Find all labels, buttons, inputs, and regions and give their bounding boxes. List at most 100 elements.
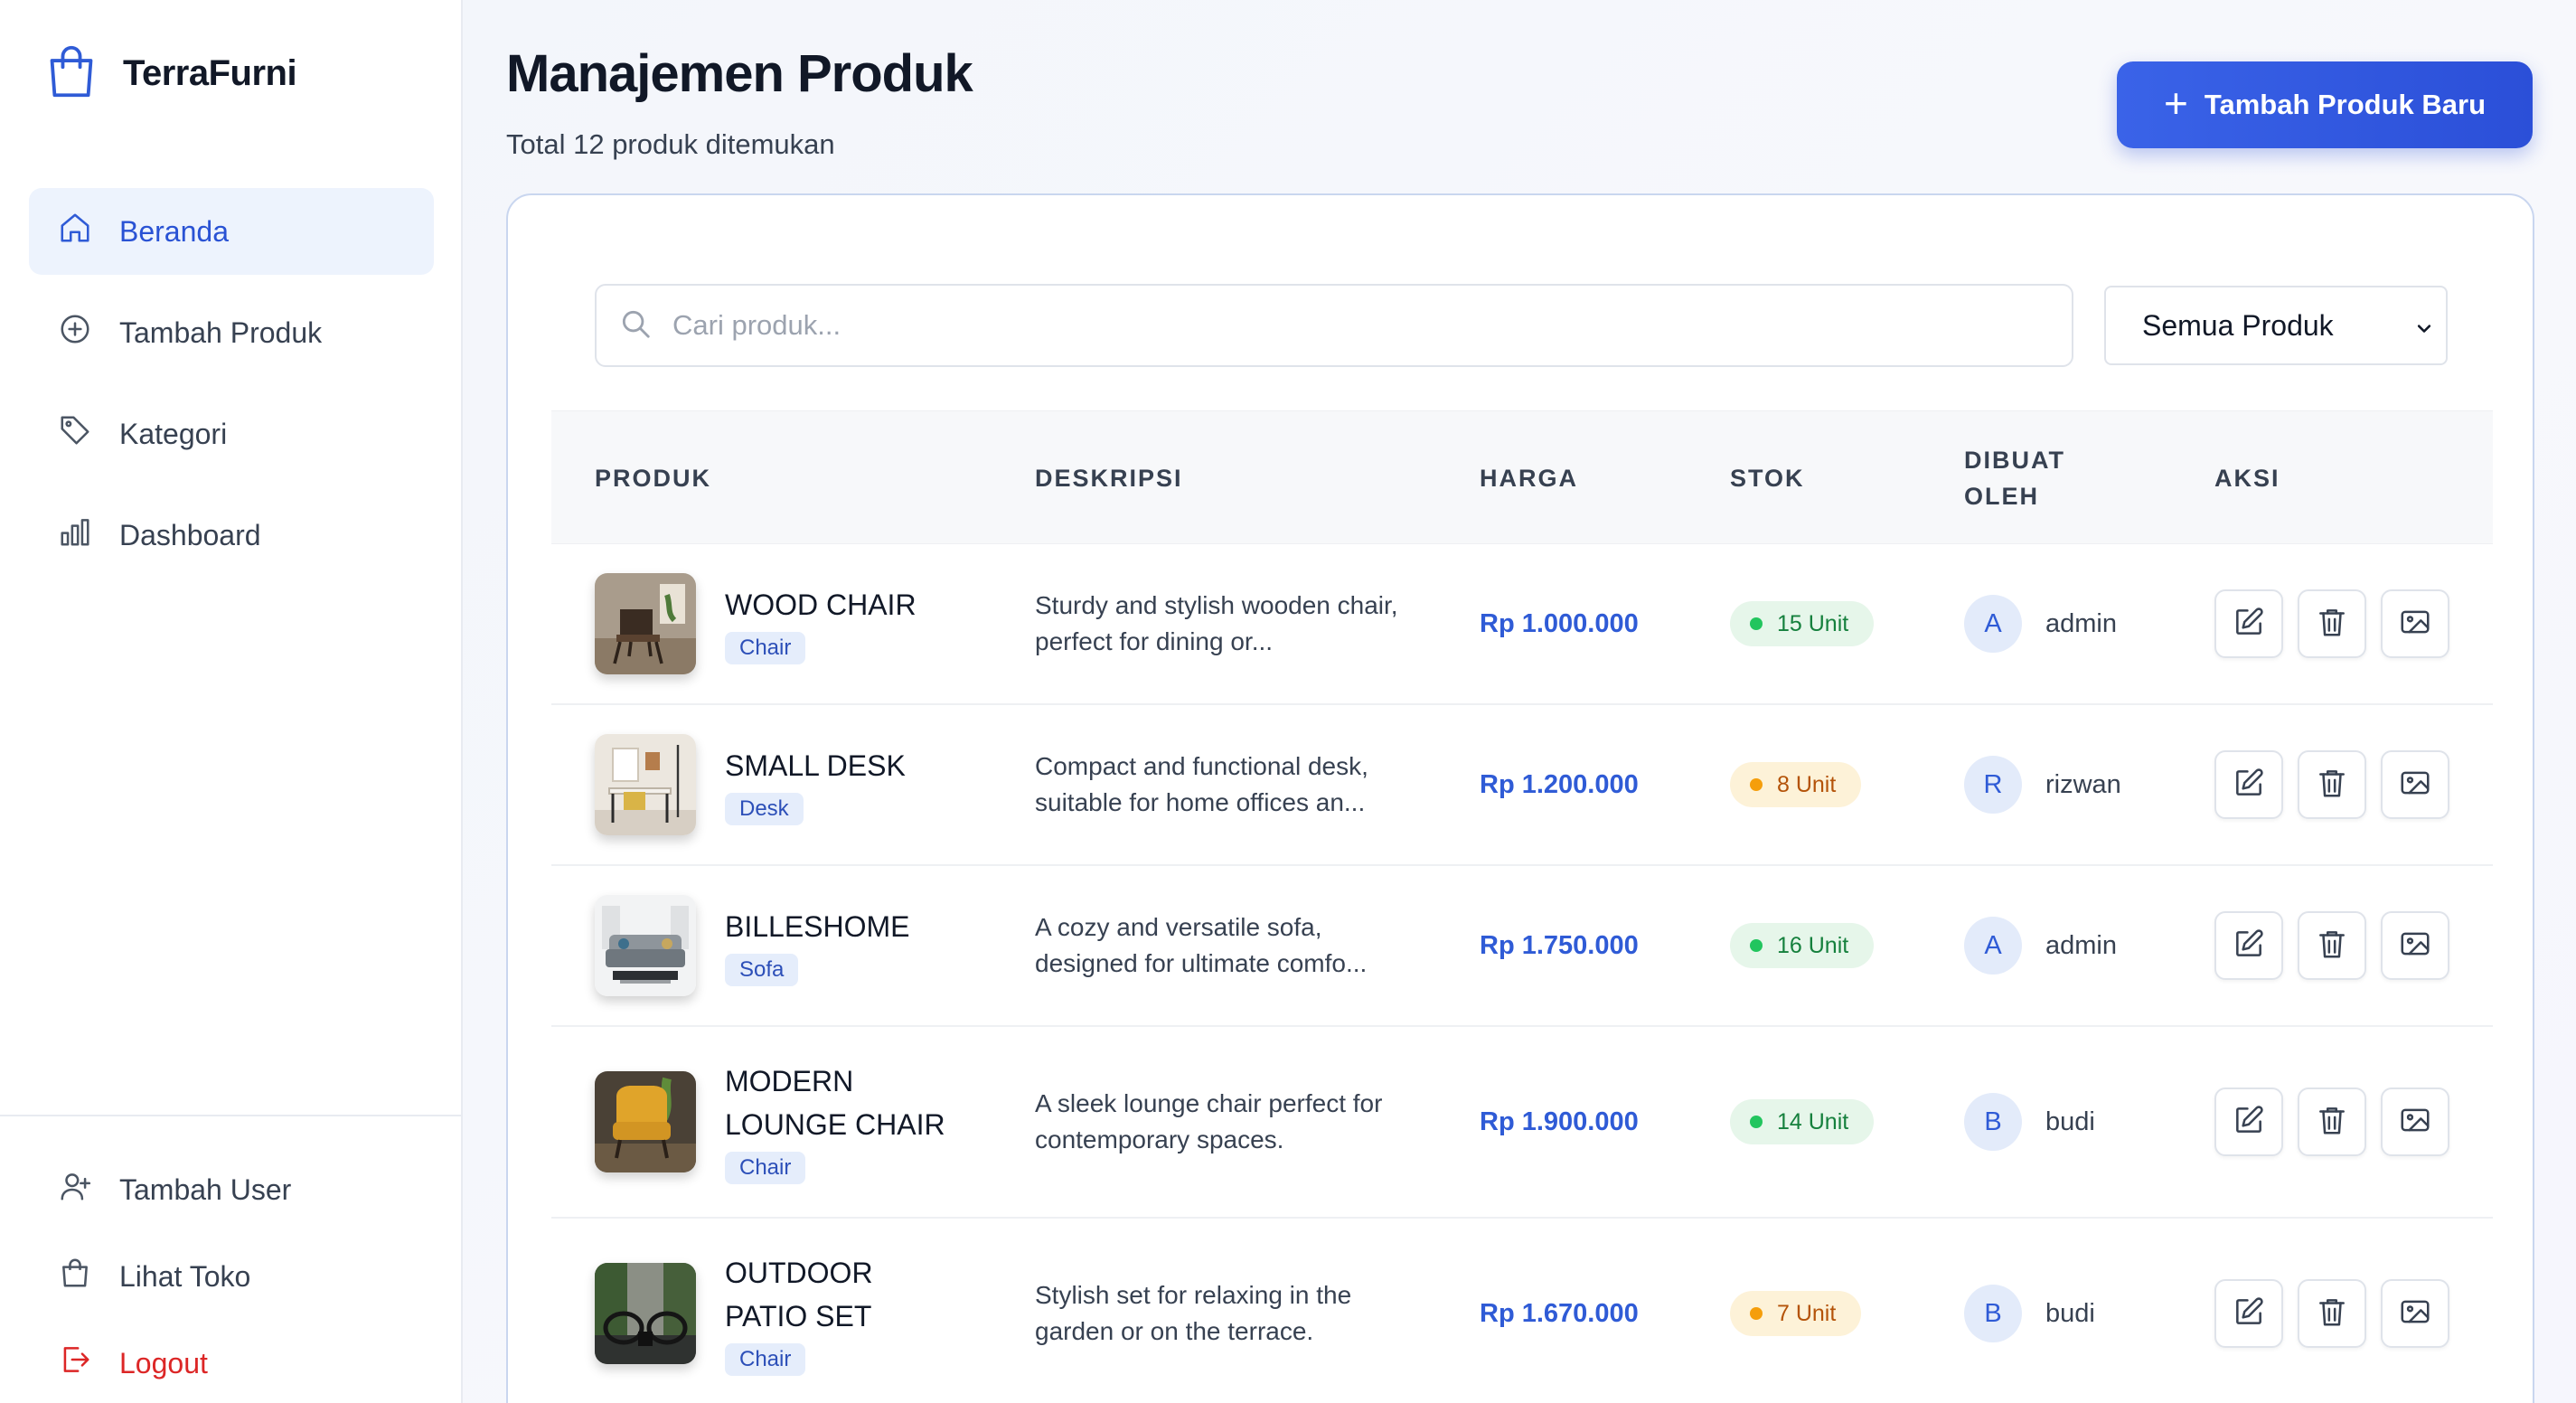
actions-cell bbox=[2214, 866, 2464, 1025]
image-icon bbox=[2398, 1103, 2432, 1142]
category-select-value: Semua Produk bbox=[2142, 308, 2334, 342]
search-icon bbox=[618, 306, 653, 345]
product-cell: OUTDOOR PATIO SET Chair bbox=[595, 1219, 960, 1403]
actions-cell bbox=[2214, 544, 2464, 703]
delete-button[interactable] bbox=[2298, 1088, 2366, 1156]
delete-button[interactable] bbox=[2298, 750, 2366, 819]
description-cell: Compact and functional desk, suitable fo… bbox=[1035, 705, 1415, 864]
image-button[interactable] bbox=[2381, 1279, 2449, 1348]
delete-button[interactable] bbox=[2298, 911, 2366, 980]
sidebar-item-label: Dashboard bbox=[119, 518, 261, 551]
product-cell: WOOD CHAIR Chair bbox=[595, 544, 917, 703]
product-description: Sturdy and stylish wooden chair, perfect… bbox=[1035, 591, 1398, 655]
stock-badge: 7 Unit bbox=[1730, 1291, 1862, 1336]
creator-cell: A admin bbox=[1964, 544, 2117, 703]
description-cell: Sturdy and stylish wooden chair, perfect… bbox=[1035, 544, 1415, 703]
logout-icon bbox=[58, 1342, 92, 1384]
product-price: Rp 1.000.000 bbox=[1480, 608, 1639, 638]
edit-button[interactable] bbox=[2214, 750, 2283, 819]
shopping-bag-icon bbox=[58, 1256, 92, 1297]
edit-button[interactable] bbox=[2214, 1088, 2283, 1156]
stock-badge: 15 Unit bbox=[1730, 601, 1875, 646]
stock-cell: 15 Unit bbox=[1730, 544, 1875, 703]
stock-text: 16 Unit bbox=[1777, 932, 1849, 958]
creator-cell: B budi bbox=[1964, 1219, 2095, 1403]
edit-button[interactable] bbox=[2214, 589, 2283, 658]
edit-button[interactable] bbox=[2214, 911, 2283, 980]
avatar: R bbox=[1964, 756, 2022, 814]
column-header-harga: HARGA bbox=[1480, 465, 1578, 492]
product-cell: MODERN LOUNGE CHAIR Chair bbox=[595, 1027, 960, 1217]
actions-cell bbox=[2214, 1027, 2464, 1217]
search-bar[interactable] bbox=[595, 284, 2073, 367]
table-row: BILLESHOME Sofa A cozy and versatile sof… bbox=[551, 866, 2493, 1027]
image-button[interactable] bbox=[2381, 750, 2449, 819]
trash-icon bbox=[2315, 766, 2349, 805]
tag-icon bbox=[58, 413, 92, 455]
sidebar: TerraFurni Beranda Tambah Produk Kategor… bbox=[0, 0, 463, 1403]
product-description: A sleek lounge chair perfect for contemp… bbox=[1035, 1089, 1383, 1153]
sidebar-item-lihat-toko[interactable]: Lihat Toko bbox=[29, 1233, 434, 1320]
edit-icon bbox=[2232, 1103, 2266, 1142]
image-icon bbox=[2398, 766, 2432, 805]
column-header-deskripsi: DESKRIPSI bbox=[1035, 465, 1183, 492]
edit-icon bbox=[2232, 605, 2266, 644]
stock-status-dot bbox=[1750, 617, 1763, 630]
product-table: PRODUK DESKRIPSI HARGA STOK DIBUAT OLEH … bbox=[551, 410, 2493, 1403]
home-icon bbox=[58, 211, 92, 252]
creator-cell: A admin bbox=[1964, 866, 2117, 1025]
product-thumbnail bbox=[595, 734, 696, 835]
stock-status-dot bbox=[1750, 1307, 1763, 1320]
stock-cell: 7 Unit bbox=[1730, 1219, 1862, 1403]
product-cell: SMALL DESK Desk bbox=[595, 705, 906, 864]
delete-button[interactable] bbox=[2298, 1279, 2366, 1348]
price-cell: Rp 1.750.000 bbox=[1480, 866, 1639, 1025]
add-product-button[interactable]: + Tambah Produk Baru bbox=[2117, 61, 2533, 148]
sidebar-item-label: Tambah User bbox=[119, 1172, 292, 1206]
sidebar-item-beranda[interactable]: Beranda bbox=[29, 188, 434, 275]
stock-text: 8 Unit bbox=[1777, 771, 1837, 797]
table-body: WOOD CHAIR Chair Sturdy and stylish wood… bbox=[551, 544, 2493, 1403]
category-select[interactable]: Semua Produk bbox=[2104, 286, 2448, 365]
stock-cell: 14 Unit bbox=[1730, 1027, 1875, 1217]
product-table-card: Semua Produk PRODUK DESKRIPSI HARGA STOK… bbox=[506, 193, 2534, 1403]
delete-button[interactable] bbox=[2298, 589, 2366, 658]
search-input[interactable] bbox=[672, 309, 2028, 342]
image-button[interactable] bbox=[2381, 911, 2449, 980]
creator-name: rizwan bbox=[2045, 769, 2121, 799]
category-badge: Chair bbox=[725, 1343, 806, 1376]
sidebar-item-kategori[interactable]: Kategori bbox=[29, 391, 434, 477]
product-description: Stylish set for relaxing in the garden o… bbox=[1035, 1281, 1352, 1345]
edit-button[interactable] bbox=[2214, 1279, 2283, 1348]
product-name: OUTDOOR PATIO SET bbox=[725, 1257, 873, 1332]
column-header-aksi: AKSI bbox=[2214, 465, 2280, 492]
image-icon bbox=[2398, 1295, 2432, 1333]
product-price: Rp 1.670.000 bbox=[1480, 1298, 1639, 1328]
sidebar-item-tambah-user[interactable]: Tambah User bbox=[29, 1146, 434, 1233]
product-thumbnail bbox=[595, 895, 696, 996]
price-cell: Rp 1.000.000 bbox=[1480, 544, 1639, 703]
image-button[interactable] bbox=[2381, 1088, 2449, 1156]
brand[interactable]: TerraFurni bbox=[45, 43, 297, 104]
product-thumbnail bbox=[595, 1071, 696, 1172]
sidebar-item-dashboard[interactable]: Dashboard bbox=[29, 492, 434, 579]
product-name: WOOD CHAIR bbox=[725, 589, 917, 621]
image-button[interactable] bbox=[2381, 589, 2449, 658]
stock-cell: 8 Unit bbox=[1730, 705, 1862, 864]
chevron-down-icon bbox=[2411, 315, 2437, 340]
creator-name: budi bbox=[2045, 1298, 2095, 1328]
trash-icon bbox=[2315, 605, 2349, 644]
product-price: Rp 1.750.000 bbox=[1480, 930, 1639, 960]
actions-cell bbox=[2214, 705, 2464, 864]
sidebar-item-label: Beranda bbox=[119, 214, 229, 248]
edit-icon bbox=[2232, 766, 2266, 805]
category-badge: Sofa bbox=[725, 954, 799, 986]
creator-name: budi bbox=[2045, 1106, 2095, 1136]
sidebar-item-tambah-produk[interactable]: Tambah Produk bbox=[29, 289, 434, 376]
category-badge: Chair bbox=[725, 1152, 806, 1184]
column-header-produk: PRODUK bbox=[595, 465, 712, 492]
page-title: Manajemen Produk bbox=[506, 44, 973, 103]
product-info: MODERN LOUNGE CHAIR Chair bbox=[725, 1059, 960, 1184]
category-badge: Chair bbox=[725, 632, 806, 664]
sidebar-item-logout[interactable]: Logout bbox=[29, 1320, 434, 1403]
